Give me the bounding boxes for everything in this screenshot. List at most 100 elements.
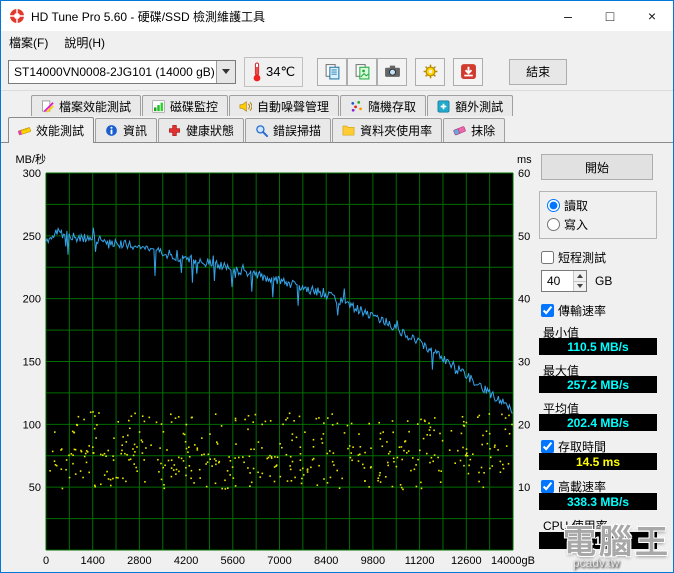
clipboard-button-group — [317, 57, 408, 86]
exit-button[interactable]: 結束 — [509, 58, 568, 85]
random-access-icon — [350, 100, 363, 113]
tab-row-2: 效能測試 資訊 健康狀態 錯誤掃描 資料夾使用率 抹除 — [1, 116, 673, 143]
tab-random-access[interactable]: 隨機存取 — [340, 95, 427, 116]
write-radio[interactable]: 寫入 — [547, 216, 649, 233]
svg-text:30: 30 — [518, 357, 530, 369]
benchmark-icon — [18, 124, 31, 137]
svg-text:ms: ms — [517, 154, 532, 166]
copy-info-button[interactable] — [317, 57, 348, 86]
tab-disk-monitor[interactable]: 磁碟監控 — [142, 95, 229, 116]
tab-label: 資料夾使用率 — [360, 124, 433, 138]
aam-icon — [239, 100, 253, 113]
copy-info-icon — [324, 63, 341, 80]
svg-text:7000: 7000 — [267, 555, 291, 567]
svg-text:12600: 12600 — [451, 555, 482, 567]
svg-text:11200: 11200 — [405, 555, 435, 567]
min-value-display: 110.5 MB/s — [539, 338, 657, 355]
svg-text:2800: 2800 — [127, 555, 151, 567]
screenshot-button[interactable] — [377, 57, 408, 86]
tab-label: 錯誤掃描 — [273, 124, 322, 138]
size-spinbox — [541, 270, 587, 292]
read-radio[interactable]: 讀取 — [547, 197, 649, 214]
read-radio-label: 讀取 — [564, 199, 589, 213]
short-test-size: GB — [541, 270, 612, 292]
titlebar: HD Tune Pro 5.60 - 硬碟/SSD 檢測維護工具 – □ × — [1, 1, 673, 31]
write-radio-label: 寫入 — [564, 218, 589, 232]
svg-text:50: 50 — [29, 482, 41, 494]
save-arrow-icon — [460, 63, 477, 80]
chevron-down-icon[interactable] — [216, 60, 235, 83]
transfer-rate-checkbox-input[interactable] — [541, 304, 554, 317]
tab-file-benchmark[interactable]: 檔案效能測試 — [31, 95, 142, 116]
access-time-value-display: 14.5 ms — [539, 453, 657, 470]
tab-label: 額外測試 — [455, 99, 504, 114]
hd-tune-window: HD Tune Pro 5.60 - 硬碟/SSD 檢測維護工具 – □ × 檔… — [0, 0, 674, 573]
short-test-size-input[interactable] — [542, 271, 573, 291]
benchmark-pane: 300 250 200 150 100 50 60 50 40 30 20 10 0 1400 2800 42… — [1, 142, 673, 572]
tab-label: 磁碟監控 — [170, 99, 219, 114]
copy-image-button[interactable] — [347, 57, 378, 86]
options-button[interactable] — [415, 57, 446, 86]
tab-label: 隨機存取 — [368, 99, 417, 114]
short-test-checkbox-input[interactable] — [541, 251, 554, 264]
tab-label: 資訊 — [123, 124, 148, 138]
copy-image-icon — [354, 63, 371, 80]
size-unit-label: GB — [595, 274, 613, 288]
transfer-rate-label: 傳輸速率 — [558, 304, 607, 318]
svg-text:14000gB: 14000gB — [491, 555, 535, 567]
write-radio-input[interactable] — [547, 218, 560, 231]
tab-health[interactable]: 健康狀態 — [158, 118, 245, 142]
save-screenshot-button[interactable] — [453, 57, 484, 86]
access-time-checkbox-input[interactable] — [541, 440, 554, 453]
burst-rate-checkbox-input[interactable] — [541, 480, 554, 493]
tab-aam[interactable]: 自動噪聲管理 — [229, 95, 340, 116]
minimize-button[interactable]: – — [547, 1, 589, 31]
svg-text:100: 100 — [23, 419, 41, 431]
toolbar: ST14000VN0008-2JG101 (14000 gB) 34℃ 結束 — [1, 53, 673, 91]
tab-label: 自動噪聲管理 — [257, 99, 330, 114]
cpu-usage-value-display: 1.1% — [539, 532, 657, 549]
svg-text:4200: 4200 — [174, 555, 198, 567]
erase-icon — [453, 124, 466, 137]
svg-text:40: 40 — [518, 294, 530, 306]
menu-file[interactable]: 檔案(F) — [1, 31, 56, 53]
svg-text:5600: 5600 — [221, 555, 245, 567]
short-test-checkbox[interactable]: 短程測試 — [541, 249, 606, 266]
disk-monitor-icon — [152, 99, 165, 113]
svg-text:150: 150 — [23, 357, 41, 369]
menu-help[interactable]: 說明(H) — [56, 31, 113, 53]
tab-label: 抹除 — [471, 124, 496, 138]
read-radio-input[interactable] — [547, 199, 560, 212]
control-panel: 開始 讀取 寫入 短程測試 40 GB 傳輸速率 最小值 110.5 MB/s … — [539, 143, 667, 572]
maximize-button[interactable]: □ — [589, 1, 631, 31]
spin-down-icon[interactable] — [574, 281, 586, 291]
start-button[interactable]: 開始 — [541, 154, 653, 180]
camera-icon — [384, 63, 401, 80]
transfer-rate-checkbox[interactable]: 傳輸速率 — [541, 302, 606, 319]
svg-text:8400: 8400 — [314, 555, 338, 567]
benchmark-chart: 300250200150100506050403020100 1400 2800 42… — [15, 152, 535, 567]
tab-label: 健康狀態 — [186, 124, 235, 138]
svg-text:60: 60 — [518, 168, 530, 180]
tab-benchmark[interactable]: 效能測試 — [8, 117, 95, 143]
spin-up-icon[interactable] — [574, 271, 586, 282]
tab-erase[interactable]: 抹除 — [443, 118, 506, 142]
svg-text:10: 10 — [518, 482, 530, 494]
close-button[interactable]: × — [631, 1, 673, 31]
spinner — [573, 271, 586, 291]
tab-error-scan[interactable]: 錯誤掃描 — [245, 118, 332, 142]
tab-info[interactable]: 資訊 — [95, 118, 158, 142]
drive-select[interactable]: ST14000VN0008-2JG101 (14000 gB) — [8, 59, 236, 84]
info-icon — [105, 124, 118, 137]
window-title: HD Tune Pro 5.60 - 硬碟/SSD 檢測維護工具 — [31, 9, 266, 24]
svg-text:20: 20 — [518, 419, 530, 431]
tab-row-1: 檔案效能測試 磁碟監控 自動噪聲管理 隨機存取 額外測試 — [1, 93, 673, 116]
avg-value-display: 202.4 MB/s — [539, 414, 657, 431]
tab-label: 檔案效能測試 — [59, 99, 132, 114]
svg-text:200: 200 — [23, 294, 41, 306]
tab-folder-usage[interactable]: 資料夾使用率 — [332, 118, 443, 142]
gear-icon — [422, 63, 439, 80]
drive-select-value: ST14000VN0008-2JG101 (14000 gB) — [14, 64, 215, 79]
window-controls: – □ × — [547, 1, 673, 31]
tab-extra-tests[interactable]: 額外測試 — [427, 95, 514, 116]
